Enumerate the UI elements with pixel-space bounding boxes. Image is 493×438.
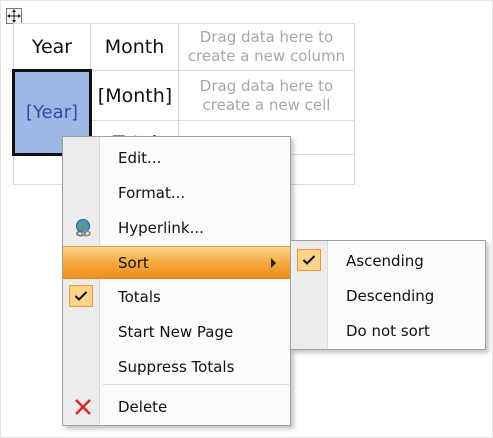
checkmark-icon xyxy=(297,249,321,271)
menu-item-edit[interactable]: Edit... xyxy=(63,142,290,174)
menu-item-label: Start New Page xyxy=(118,323,234,341)
delete-x-icon xyxy=(73,397,93,417)
menu-item-label: Format... xyxy=(118,184,186,202)
menu-item-format[interactable]: Format... xyxy=(63,177,290,209)
header-cell-year[interactable]: Year xyxy=(13,23,91,71)
menu-item-delete[interactable]: Delete xyxy=(63,391,290,423)
submenu-item-ascending[interactable]: Ascending xyxy=(291,245,485,277)
menu-separator xyxy=(103,384,289,385)
header-cell-month[interactable]: Month xyxy=(90,23,179,71)
globe-link-icon xyxy=(73,218,93,238)
menu-item-label: Totals xyxy=(118,288,161,306)
menu-item-label: Suppress Totals xyxy=(118,358,235,376)
submenu-item-label: Descending xyxy=(346,287,435,305)
menu-item-label: Hyperlink... xyxy=(118,219,204,237)
submenu-item-do-not-sort[interactable]: Do not sort xyxy=(291,315,485,347)
context-menu: Edit... Format... Hyperlink... Sort Tota… xyxy=(62,136,291,426)
submenu-arrow-icon xyxy=(271,258,276,268)
menu-item-suppress-totals[interactable]: Suppress Totals xyxy=(63,351,290,383)
menu-item-hyperlink[interactable]: Hyperlink... xyxy=(63,212,290,244)
submenu-item-descending[interactable]: Descending xyxy=(291,280,485,312)
drop-zone-new-cell[interactable]: Drag data here to create a new cell xyxy=(178,70,355,121)
menu-item-label: Delete xyxy=(118,398,168,416)
submenu-item-label: Ascending xyxy=(346,252,424,270)
submenu-item-label: Do not sort xyxy=(346,322,430,340)
checkmark-icon xyxy=(69,285,93,307)
menu-item-totals[interactable]: Totals xyxy=(63,281,290,313)
menu-item-label: Sort xyxy=(118,254,149,272)
drop-zone-new-column[interactable]: Drag data here to create a new column xyxy=(178,23,355,71)
sort-submenu: Ascending Descending Do not sort xyxy=(290,240,486,350)
menu-item-start-new-page[interactable]: Start New Page xyxy=(63,316,290,348)
menu-item-label: Edit... xyxy=(118,149,162,167)
cell-month[interactable]: [Month] xyxy=(90,70,179,121)
move-handle-icon[interactable] xyxy=(6,8,22,24)
menu-item-sort[interactable]: Sort xyxy=(63,246,290,279)
